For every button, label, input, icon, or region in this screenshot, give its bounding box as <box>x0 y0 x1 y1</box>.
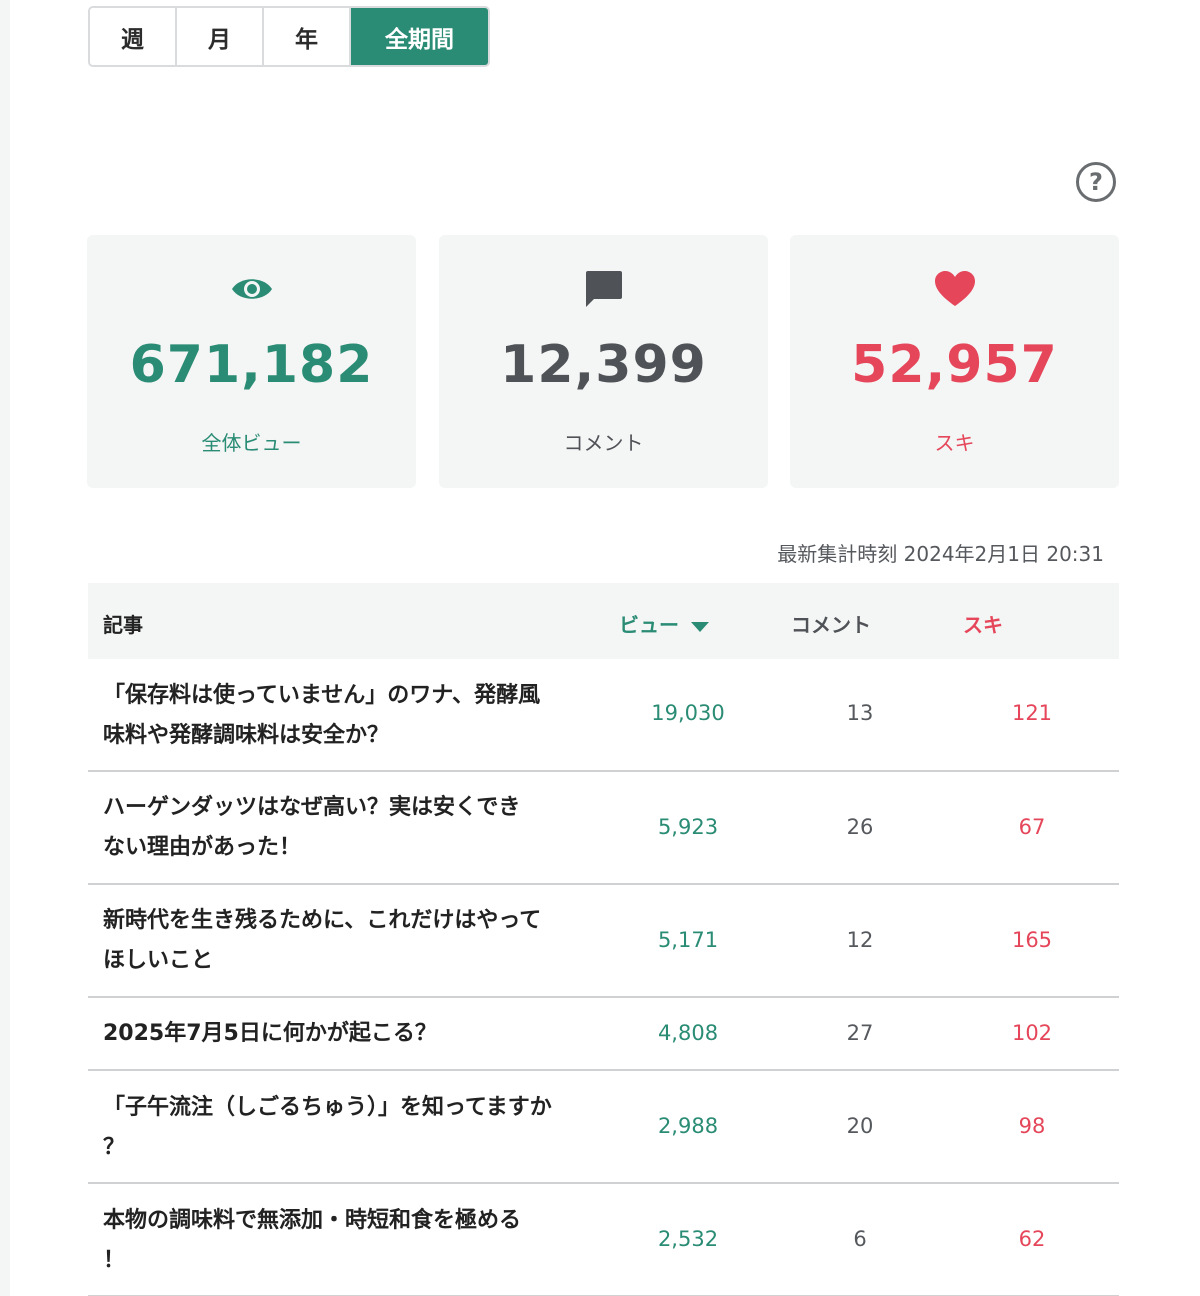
table-header: 記事 ビュー コメント スキ <box>88 583 1119 659</box>
row-comments: 20 <box>846 1114 874 1138</box>
table-row[interactable]: 2025年7月5日に何かが起こる？ 4,808 27 102 <box>88 998 1119 1071</box>
article-title-line: 本物の調味料で無添加・時短和食を極める <box>103 1208 522 1233</box>
heart-icon <box>790 269 1119 309</box>
row-comments: 13 <box>846 701 874 725</box>
row-views: 4,808 <box>657 1021 719 1045</box>
row-views: 5,923 <box>657 815 719 839</box>
article-title-line: 新時代を生き残るために、これだけはやって <box>103 908 542 933</box>
question-circle-icon[interactable]: ? <box>1076 162 1116 202</box>
article-title-line: 味料や発酵調味料は安全か？ <box>103 723 390 748</box>
header-likes[interactable]: スキ <box>963 609 1003 638</box>
row-likes: 62 <box>1018 1227 1046 1251</box>
header-views-label: ビュー <box>619 613 679 637</box>
row-comments: 12 <box>846 928 874 952</box>
table-row[interactable]: 「保存料は使っていません」のワナ、発酵風 味料や発酵調味料は安全か？ 19,03… <box>88 659 1119 772</box>
article-title[interactable]: 本物の調味料で無添加・時短和食を極める ！ <box>103 1201 593 1281</box>
views-label: 全体ビュー <box>201 431 302 455</box>
article-title-line: ？ <box>103 1135 126 1160</box>
row-views: 2,532 <box>657 1227 719 1251</box>
likes-label: スキ <box>934 431 975 455</box>
table-row[interactable]: 「子午流注（しごるちゅう）」を知ってますか ？ 2,988 20 98 <box>88 1071 1119 1184</box>
table-row[interactable]: ハーゲンダッツはなぜ高い？実は安くでき ない理由があった！ 5,923 26 6… <box>88 772 1119 885</box>
row-views: 2,988 <box>657 1114 719 1138</box>
article-stats-table: 記事 ビュー コメント スキ 「保存料は使っていません」のワナ、発酵風 味料や発… <box>88 583 1119 1296</box>
row-comments: 27 <box>846 1021 874 1045</box>
comments-label: コメント <box>563 431 644 455</box>
row-likes: 165 <box>1011 928 1053 952</box>
header-comments[interactable]: コメント <box>791 609 871 638</box>
row-views: 19,030 <box>651 701 725 725</box>
row-likes: 67 <box>1018 815 1046 839</box>
eye-icon <box>87 269 416 309</box>
article-title-line: 「保存料は使っていません」のワナ、発酵風 <box>103 683 541 708</box>
article-title-line: 「子午流注（しごるちゅう）」を知ってますか <box>103 1095 552 1120</box>
sort-down-icon <box>691 621 709 632</box>
comments-card: 12,399 コメント <box>439 235 768 488</box>
views-card: 671,182 全体ビュー <box>87 235 416 488</box>
row-comments: 26 <box>846 815 874 839</box>
table-row[interactable]: 本物の調味料で無添加・時短和食を極める ！ 2,532 6 62 <box>88 1184 1119 1296</box>
tab-all-time[interactable]: 全期間 <box>351 8 488 65</box>
likes-total: 52,957 <box>851 335 1058 395</box>
article-title[interactable]: 「保存料は使っていません」のワナ、発酵風 味料や発酵調味料は安全か？ <box>103 676 593 756</box>
article-title-line: ハーゲンダッツはなぜ高い？実は安くでき <box>103 795 521 820</box>
comments-total: 12,399 <box>500 335 707 395</box>
header-views[interactable]: ビュー <box>619 609 709 638</box>
row-views: 5,171 <box>657 928 719 952</box>
article-title[interactable]: 新時代を生き残るために、これだけはやって ほしいこと <box>103 901 593 981</box>
row-likes: 121 <box>1011 701 1053 725</box>
row-comments: 6 <box>853 1227 867 1251</box>
comment-icon <box>439 269 768 309</box>
stats-page: 週 月 年 全期間 ? 671,182 全体ビュー 12,399 コメント 52… <box>0 0 1200 1296</box>
article-title-line: ！ <box>103 1248 126 1273</box>
likes-card: 52,957 スキ <box>790 235 1119 488</box>
article-title-line: ほしいこと <box>103 948 214 973</box>
row-likes: 98 <box>1018 1114 1046 1138</box>
tab-week[interactable]: 週 <box>90 8 177 65</box>
article-title[interactable]: 「子午流注（しごるちゅう）」を知ってますか ？ <box>103 1088 593 1168</box>
updated-timestamp: 最新集計時刻 2024年2月1日 20:31 <box>777 542 1104 566</box>
table-row[interactable]: 新時代を生き残るために、これだけはやって ほしいこと 5,171 12 165 <box>88 885 1119 998</box>
article-title[interactable]: ハーゲンダッツはなぜ高い？実は安くでき ない理由があった！ <box>103 788 593 868</box>
views-total: 671,182 <box>129 335 374 395</box>
row-likes: 102 <box>1011 1021 1053 1045</box>
left-edge <box>0 0 10 1296</box>
article-title[interactable]: 2025年7月5日に何かが起こる？ <box>103 1014 593 1054</box>
article-title-line: ない理由があった！ <box>103 835 302 860</box>
header-article: 記事 <box>103 613 143 637</box>
tab-month[interactable]: 月 <box>177 8 264 65</box>
period-tabs: 週 月 年 全期間 <box>88 6 490 67</box>
tab-year[interactable]: 年 <box>264 8 351 65</box>
